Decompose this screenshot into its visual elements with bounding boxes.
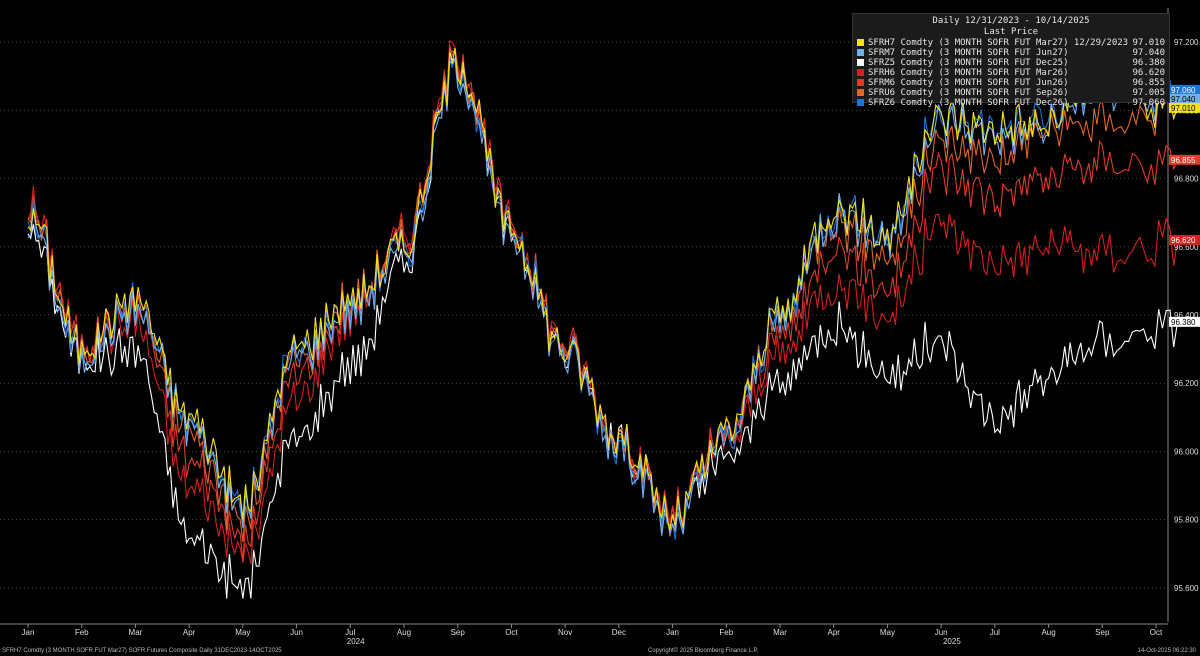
legend-item: SFRU6 Comdty (3 MONTH SOFR FUT Sep26) 97.… bbox=[857, 88, 1165, 98]
x-tick-label: Oct bbox=[1150, 628, 1163, 637]
x-tick-label: Jan bbox=[22, 628, 35, 637]
x-tick-label: Dec bbox=[612, 628, 626, 637]
legend-label: SFRM7 Comdty (3 MONTH SOFR FUT Jun27) bbox=[868, 48, 1069, 58]
footer: SFRH7 Comdty (3 MONTH SOFR FUT Mar27) SO… bbox=[0, 648, 1200, 656]
series-line bbox=[27, 39, 1179, 565]
series-lines bbox=[27, 39, 1179, 599]
last-value-label: 97.010 bbox=[1171, 104, 1196, 113]
legend-swatch bbox=[857, 59, 864, 66]
x-tick-label: Aug bbox=[1041, 628, 1055, 637]
x-tick-label: Sep bbox=[1095, 628, 1110, 637]
legend-value: 96.380 bbox=[1132, 58, 1165, 68]
footer-timestamp: 14-Oct-2025 06:22:30 bbox=[1137, 648, 1196, 654]
y-tick-label: 96.000 bbox=[1174, 447, 1199, 456]
legend-item: SFRM6 Comdty (3 MONTH SOFR FUT Jun26) 96.… bbox=[857, 78, 1165, 88]
legend-swatch bbox=[857, 39, 864, 46]
y-tick-label: 95.600 bbox=[1174, 584, 1199, 593]
series-line bbox=[27, 51, 1179, 599]
x-tick-label: Jan bbox=[666, 628, 679, 637]
last-value-tags: 97.06097.04097.010 96.855 96.620 96.380 bbox=[1169, 84, 1200, 327]
x-tick-label: Jul bbox=[990, 628, 1000, 637]
legend-label: SFRU6 Comdty (3 MONTH SOFR FUT Sep26) bbox=[868, 88, 1069, 98]
y-tick-label: 96.800 bbox=[1174, 175, 1199, 184]
x-tick-label: Oct bbox=[505, 628, 518, 637]
legend-label: SFRZ6 Comdty (3 MONTH SOFR FUT Dec26) bbox=[868, 98, 1069, 108]
x-tick-label: Apr bbox=[827, 628, 840, 637]
last-value-label: 97.040 bbox=[1171, 95, 1196, 104]
legend-swatch bbox=[857, 99, 864, 106]
x-tick-label: Jul bbox=[345, 628, 355, 637]
footer-description: SFRH7 Comdty (3 MONTH SOFR FUT Mar27) SO… bbox=[2, 648, 282, 654]
legend-swatch bbox=[857, 69, 864, 76]
legend-rows: SFRH7 Comdty (3 MONTH SOFR FUT Mar27) 12… bbox=[857, 38, 1165, 108]
x-tick-label: Jun bbox=[935, 628, 948, 637]
legend-value: 96.620 bbox=[1132, 68, 1165, 78]
legend-label: SFRH6 Comdty (3 MONTH SOFR FUT Mar26) bbox=[868, 68, 1069, 78]
x-tick-label: Feb bbox=[719, 628, 733, 637]
last-value-label: 97.060 bbox=[1171, 86, 1196, 95]
footer-copyright: Copyright© 2025 Bloomberg Finance L.P. bbox=[648, 648, 759, 654]
legend-swatch bbox=[857, 49, 864, 56]
x-tick-label: Mar bbox=[773, 628, 787, 637]
legend-value: 97.060 bbox=[1132, 98, 1165, 108]
legend-item: SFRH6 Comdty (3 MONTH SOFR FUT Mar26) 96.… bbox=[857, 68, 1165, 78]
x-axis: Jan Feb Mar Apr May Jun Jul Aug Sep Oct Nov Dec Jan F… bbox=[22, 624, 1163, 646]
last-value-label: 96.380 bbox=[1171, 318, 1196, 327]
legend-item: SFRZ5 Comdty (3 MONTH SOFR FUT Dec25) 96.… bbox=[857, 58, 1165, 68]
y-tick-label: 96.200 bbox=[1174, 379, 1199, 388]
legend-box: Daily 12/31/2023 - 10/14/2025 Last Price… bbox=[852, 13, 1170, 108]
legend-header: Daily 12/31/2023 - 10/14/2025 bbox=[932, 16, 1090, 26]
x-tick-label: Apr bbox=[183, 628, 196, 637]
last-value-label: 96.855 bbox=[1171, 156, 1196, 165]
x-tick-label: Sep bbox=[451, 628, 466, 637]
x-tick-label: Mar bbox=[129, 628, 143, 637]
y-tick-label: 97.200 bbox=[1174, 38, 1199, 47]
legend-value: 97.010 bbox=[1132, 38, 1165, 48]
y-axis: 95.60095.80096.00096.20096.40096.60096.8… bbox=[1174, 38, 1199, 593]
x-tick-label: Nov bbox=[558, 628, 572, 637]
legend-value: 97.005 bbox=[1132, 88, 1165, 98]
x-tick-label: Feb bbox=[75, 628, 89, 637]
legend-item: SFRZ6 Comdty (3 MONTH SOFR FUT Dec26) 97.… bbox=[857, 98, 1165, 108]
y-tick-label: 95.800 bbox=[1174, 516, 1199, 525]
legend-label: SFRZ5 Comdty (3 MONTH SOFR FUT Dec25) bbox=[868, 58, 1069, 68]
year-label: 2024 bbox=[347, 637, 365, 646]
legend-label: SFRH7 Comdty (3 MONTH SOFR FUT Mar27) 12… bbox=[868, 38, 1129, 48]
x-tick-label: Jun bbox=[290, 628, 303, 637]
legend-item: SFRM7 Comdty (3 MONTH SOFR FUT Jun27) 97.… bbox=[857, 48, 1165, 58]
legend-subheader: Last Price bbox=[983, 27, 1039, 37]
legend-value: 97.040 bbox=[1132, 48, 1165, 58]
x-tick-label: May bbox=[880, 628, 895, 637]
year-label: 2025 bbox=[943, 637, 961, 646]
legend-swatch bbox=[857, 89, 864, 96]
x-tick-label: May bbox=[235, 628, 250, 637]
legend-value: 96.855 bbox=[1132, 78, 1165, 88]
x-tick-label: Aug bbox=[397, 628, 411, 637]
legend-swatch bbox=[857, 79, 864, 86]
series-line bbox=[27, 47, 1179, 531]
legend-label: SFRM6 Comdty (3 MONTH SOFR FUT Jun26) bbox=[868, 78, 1069, 88]
last-value-label: 96.620 bbox=[1171, 236, 1196, 245]
legend-item: SFRH7 Comdty (3 MONTH SOFR FUT Mar27) 12… bbox=[857, 38, 1165, 48]
